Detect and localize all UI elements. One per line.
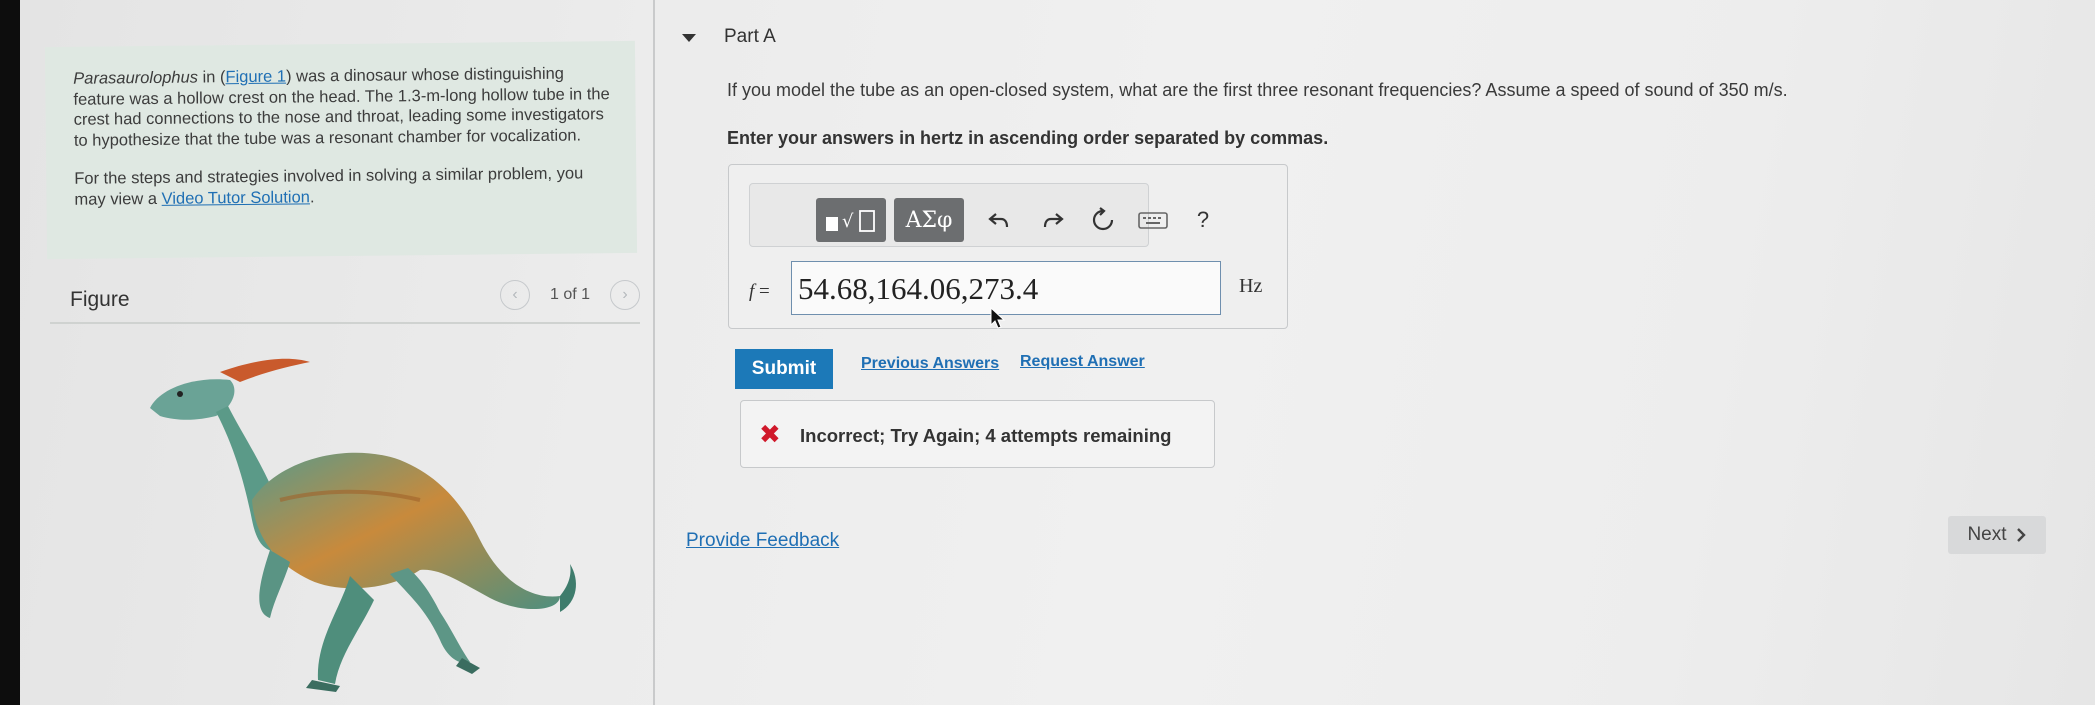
chevron-left-icon[interactable]: ‹ (500, 280, 530, 310)
pager-text: 1 of 1 (549, 286, 591, 303)
intro-box: Parasaurolophus in (Figure 1) was a dino… (44, 40, 638, 260)
intro-paragraph: Parasaurolophus in (Figure 1) was a dino… (73, 63, 616, 151)
equals-sign: = (754, 281, 770, 302)
feedback-message: Incorrect; Try Again; 4 attempts remaini… (800, 425, 1172, 446)
chevron-right-icon (2016, 528, 2026, 542)
undo-icon[interactable] (982, 198, 1016, 242)
tutor-text: For the steps and strategies involved in… (74, 164, 584, 209)
panel-divider (653, 0, 655, 705)
figure-header: Figure ‹ 1 of 1 › (50, 270, 650, 322)
tutor-text-end: . (309, 187, 315, 206)
redo-icon[interactable] (1036, 198, 1070, 242)
mouse-cursor-icon (990, 307, 1006, 329)
video-tutor-link[interactable]: Video Tutor Solution (162, 188, 310, 208)
math-toolbar: √ ΑΣφ ? (749, 183, 1209, 247)
variable-label: f = (749, 281, 770, 303)
reset-icon[interactable] (1086, 198, 1120, 242)
unit-label: Hz (1239, 275, 1263, 297)
parasaurolophus-illustration (150, 358, 576, 692)
answer-box: √ ΑΣφ ? f = 54.68,164.06,273.4 Hz (728, 164, 1288, 329)
provide-feedback-link[interactable]: Provide Feedback (686, 530, 839, 552)
feedback-box: ✖ Incorrect; Try Again; 4 attempts remai… (740, 400, 1215, 468)
dinosaur-name: Parasaurolophus (73, 68, 199, 88)
templates-icon[interactable]: √ (816, 198, 886, 242)
x-icon: ✖ (759, 419, 781, 449)
next-button[interactable]: Next (1948, 516, 2046, 554)
keyboard-icon[interactable] (1134, 198, 1172, 242)
request-answer-link[interactable]: Request Answer (1020, 353, 1145, 371)
collapse-caret-icon[interactable] (682, 34, 696, 42)
figure-pager: ‹ 1 of 1 › (500, 280, 640, 310)
submit-button[interactable]: Submit (735, 349, 833, 389)
left-panel: Parasaurolophus in (Figure 1) was a dino… (20, 0, 655, 705)
question-text: If you model the tube as an open-closed … (727, 80, 1788, 100)
part-title: Part A (724, 26, 776, 47)
part-header[interactable]: Part A (660, 14, 2060, 62)
previous-answers-link[interactable]: Previous Answers (861, 355, 999, 373)
screen-bezel (0, 0, 20, 705)
help-button[interactable]: ? (1188, 198, 1218, 242)
chevron-right-icon[interactable]: › (610, 280, 640, 310)
next-label: Next (1967, 524, 2007, 545)
answer-input[interactable]: 54.68,164.06,273.4 (791, 261, 1221, 315)
answer-instructions: Enter your answers in hertz in ascending… (727, 128, 1329, 148)
figure-link[interactable]: Figure 1 (225, 68, 286, 87)
intro-text-a: in ( (197, 68, 226, 87)
svg-text:√: √ (842, 211, 854, 232)
figure-divider (50, 322, 640, 324)
greek-symbols-button[interactable]: ΑΣφ (894, 198, 964, 242)
tutor-paragraph: For the steps and strategies involved in… (74, 163, 616, 210)
figure-title: Figure (70, 288, 130, 311)
